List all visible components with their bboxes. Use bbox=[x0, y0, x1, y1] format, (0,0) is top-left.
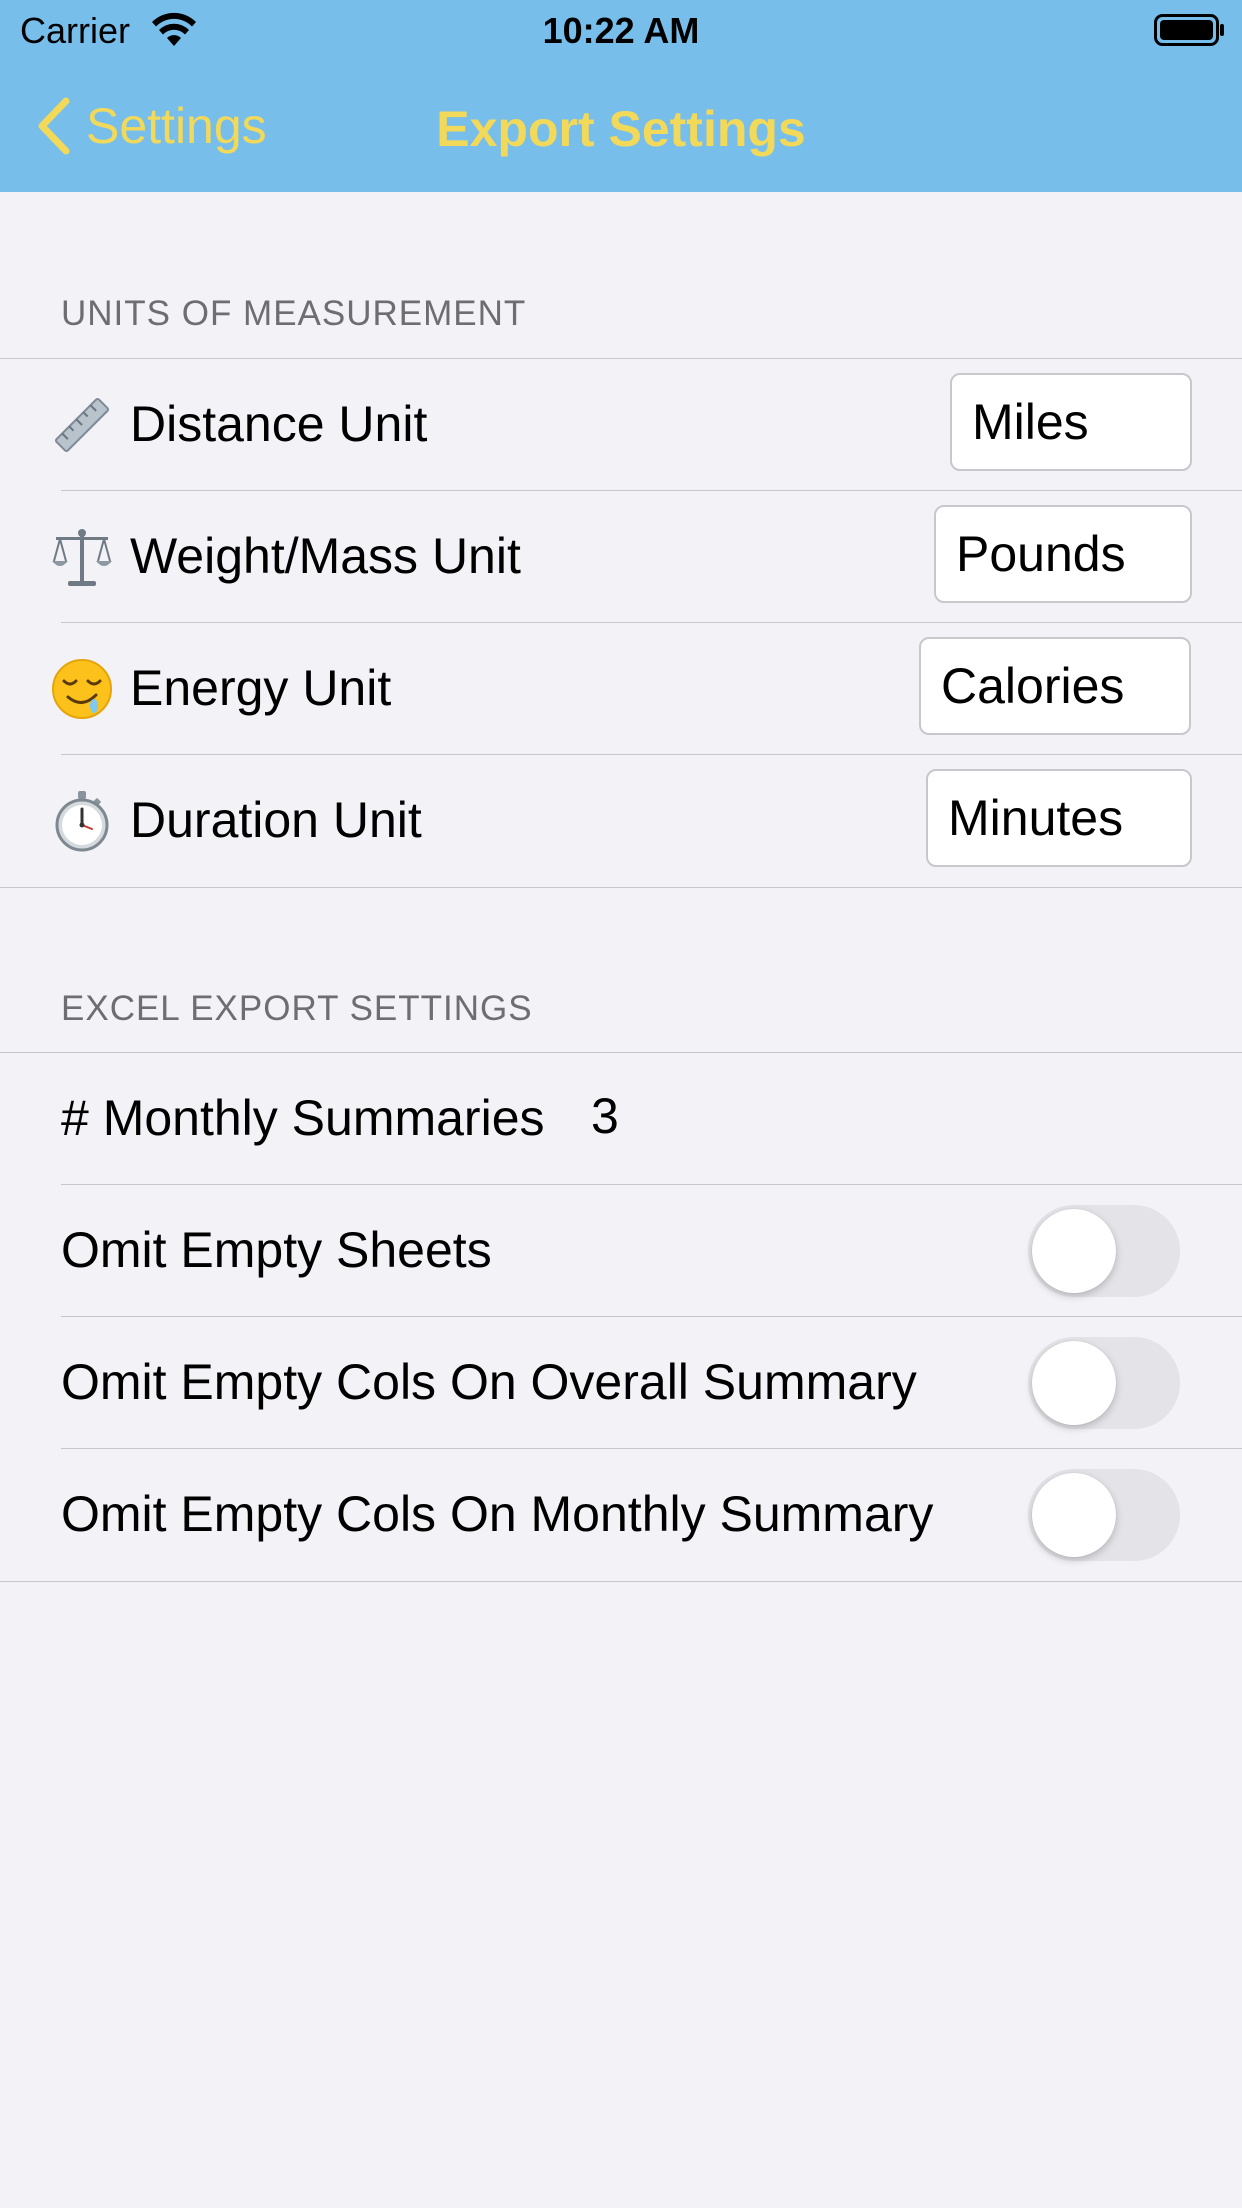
ruler-icon bbox=[54, 397, 110, 453]
scales-icon bbox=[52, 529, 112, 586]
navigation-bar: Carrier 10:22 AM Settings Export Setting… bbox=[0, 0, 1242, 192]
omit-empty-cols-overall-toggle[interactable] bbox=[1028, 1337, 1180, 1429]
stopwatch-icon bbox=[55, 791, 109, 852]
status-time: 10:22 AM bbox=[542, 10, 700, 51]
excel-section-header: EXCEL EXPORT SETTINGS bbox=[61, 989, 533, 1028]
units-group: Distance Unit Miles Weight/Mass Unit Pou… bbox=[0, 358, 1242, 888]
energy-unit-row[interactable]: Energy Unit Calories bbox=[0, 623, 1242, 755]
duration-unit-label: Duration Unit bbox=[130, 792, 422, 848]
page-title: Export Settings bbox=[436, 101, 806, 157]
toggle-knob bbox=[1032, 1473, 1116, 1557]
status-bar: Carrier 10:22 AM bbox=[0, 0, 1242, 62]
omit-empty-cols-monthly-toggle[interactable] bbox=[1028, 1469, 1180, 1561]
omit-empty-sheets-row: Omit Empty Sheets bbox=[0, 1185, 1242, 1317]
omit-empty-sheets-label: Omit Empty Sheets bbox=[61, 1222, 492, 1278]
weight-unit-field[interactable]: Pounds bbox=[934, 505, 1192, 603]
distance-unit-label: Distance Unit bbox=[130, 396, 428, 452]
duration-unit-field[interactable]: Minutes bbox=[926, 769, 1192, 867]
monthly-summaries-label: # Monthly Summaries bbox=[61, 1090, 545, 1146]
distance-unit-field[interactable]: Miles bbox=[950, 373, 1192, 471]
toggle-knob bbox=[1032, 1341, 1116, 1425]
excel-group: # Monthly Summaries 3 Omit Empty Sheets … bbox=[0, 1052, 1242, 1582]
battery-icon bbox=[1154, 14, 1224, 46]
monthly-summaries-value[interactable]: 3 bbox=[591, 1087, 619, 1145]
omit-empty-cols-monthly-row: Omit Empty Cols On Monthly Summary bbox=[0, 1449, 1242, 1581]
drooling-face-icon bbox=[52, 659, 112, 719]
weight-unit-row[interactable]: Weight/Mass Unit Pounds bbox=[0, 491, 1242, 623]
monthly-summaries-row[interactable]: # Monthly Summaries 3 bbox=[0, 1053, 1242, 1185]
toggle-knob bbox=[1032, 1209, 1116, 1293]
energy-unit-label: Energy Unit bbox=[130, 660, 392, 716]
units-section-header: UNITS OF MEASUREMENT bbox=[61, 294, 527, 333]
omit-empty-cols-monthly-label: Omit Empty Cols On Monthly Summary bbox=[61, 1486, 934, 1542]
omit-empty-cols-overall-row: Omit Empty Cols On Overall Summary bbox=[0, 1317, 1242, 1449]
omit-empty-sheets-toggle[interactable] bbox=[1028, 1205, 1180, 1297]
omit-empty-cols-overall-label: Omit Empty Cols On Overall Summary bbox=[61, 1354, 917, 1410]
energy-unit-field[interactable]: Calories bbox=[919, 637, 1191, 735]
duration-unit-row[interactable]: Duration Unit Minutes bbox=[0, 755, 1242, 887]
weight-unit-label: Weight/Mass Unit bbox=[130, 528, 521, 584]
distance-unit-row[interactable]: Distance Unit Miles bbox=[0, 359, 1242, 491]
